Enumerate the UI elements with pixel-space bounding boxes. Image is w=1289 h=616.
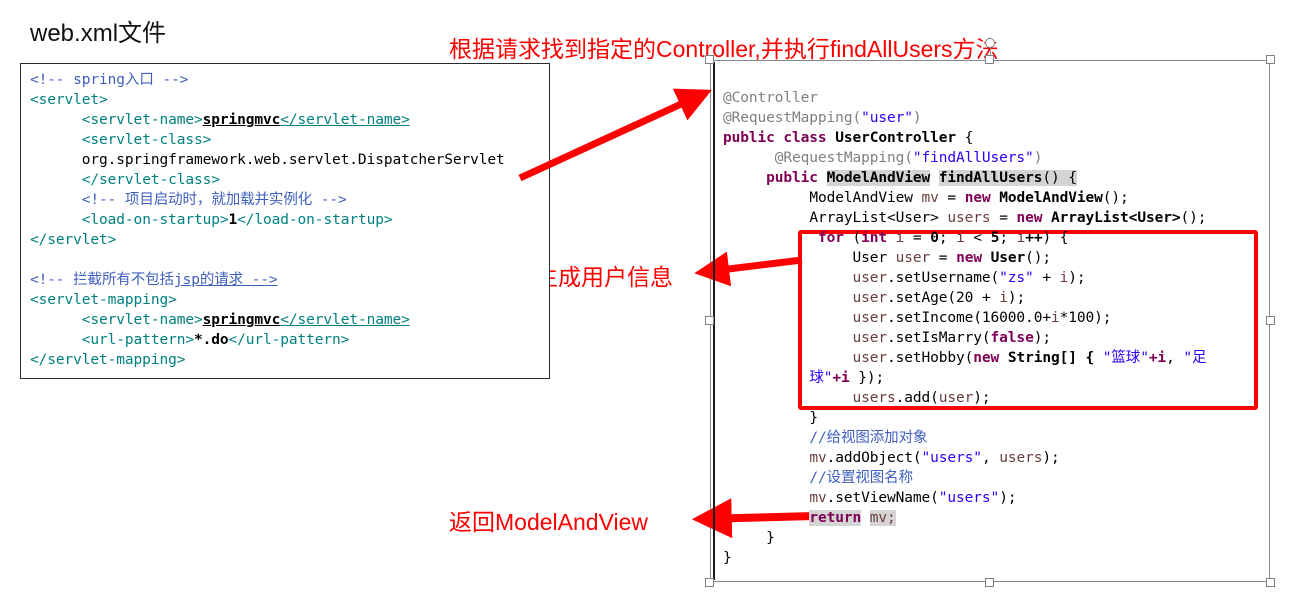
resize-handle-top-center[interactable] — [985, 55, 994, 64]
resize-handle-middle-right[interactable] — [1266, 316, 1275, 325]
slide-canvas: web.xml文件 根据请求找到指定的Controller,并执行findAll… — [0, 0, 1289, 616]
resize-handle-top-right[interactable] — [1266, 55, 1275, 64]
resize-handle-middle-left[interactable] — [705, 316, 714, 325]
page-title: web.xml文件 — [30, 20, 167, 47]
java-code-content: @Controller @RequestMapping("user") publ… — [723, 90, 1207, 566]
arrow-xml-to-controller — [518, 88, 712, 182]
resize-handle-bottom-center[interactable] — [985, 578, 994, 587]
annotation-top: 根据请求找到指定的Controller,并执行findAllUsers方法 — [449, 36, 999, 62]
xml-code-panel: <!-- spring入口 --> <servlet> <servlet-nam… — [20, 63, 550, 379]
resize-handle-bottom-left[interactable] — [705, 578, 714, 587]
annotation-bottom: 返回ModelAndView — [449, 509, 649, 535]
rotation-handle[interactable] — [985, 38, 995, 48]
resize-handle-bottom-right[interactable] — [1266, 578, 1275, 587]
xml-code-content: <!-- spring入口 --> <servlet> <servlet-nam… — [30, 72, 505, 368]
resize-handle-top-left[interactable] — [705, 55, 714, 64]
